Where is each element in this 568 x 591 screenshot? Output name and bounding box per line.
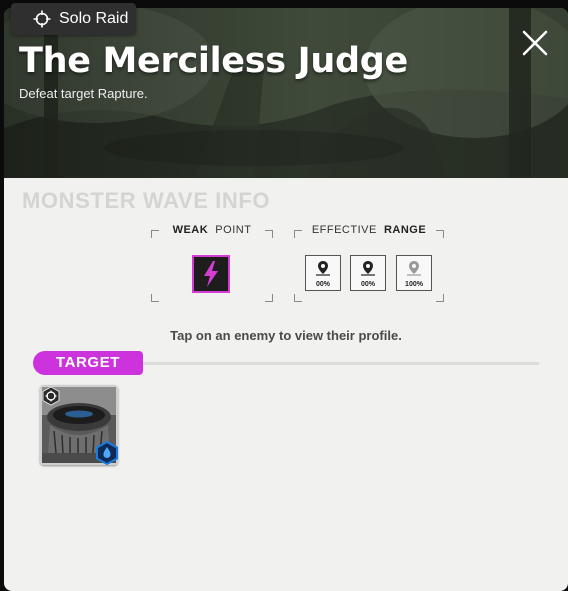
range-value-2: 00% (360, 281, 375, 288)
effective-range-label-b: RANGE (383, 224, 427, 236)
range-value-1: 00% (315, 281, 330, 288)
raid-info-modal: The Merciless Judge Defeat target Raptur… (4, 8, 568, 591)
weak-point-label: WEAK POINT (151, 224, 273, 236)
range-value-3: 100% (405, 281, 423, 288)
crosshair-icon (33, 10, 51, 28)
lightning-icon (204, 261, 218, 287)
weak-point-badge (192, 255, 230, 293)
effective-range-label: EFFECTIVE RANGE (294, 224, 444, 236)
mode-badge: Solo Raid (11, 3, 136, 35)
location-pin-icon (361, 261, 375, 276)
enemy-card[interactable] (40, 385, 118, 465)
range-box-1: 00% (305, 255, 341, 291)
water-element-icon (96, 441, 118, 465)
weak-point-label-b: POINT (215, 224, 252, 236)
rapture-type-icon (42, 386, 60, 406)
mode-badge-label: Solo Raid (59, 10, 129, 27)
hint-text: Tap on an enemy to view their profile. (170, 328, 402, 343)
target-label: TARGET (33, 351, 143, 375)
range-box-2: 00% (350, 255, 386, 291)
page-subtitle: Defeat target Rapture. (19, 86, 148, 101)
location-pin-icon (316, 261, 330, 276)
close-icon (522, 30, 548, 56)
target-divider (143, 362, 539, 365)
weak-point-label-a: WEAK (172, 224, 209, 236)
effective-range-panel: EFFECTIVE RANGE 00% 00% 100% (294, 224, 444, 302)
effective-range-label-a: EFFECTIVE (311, 224, 377, 236)
range-box-3: 100% (396, 255, 432, 291)
location-pin-icon (407, 261, 421, 276)
close-button[interactable] (520, 28, 550, 58)
weak-point-panel: WEAK POINT (151, 224, 273, 302)
section-title: MONSTER WAVE INFO (22, 188, 271, 213)
page-title: The Merciless Judge (19, 41, 408, 81)
